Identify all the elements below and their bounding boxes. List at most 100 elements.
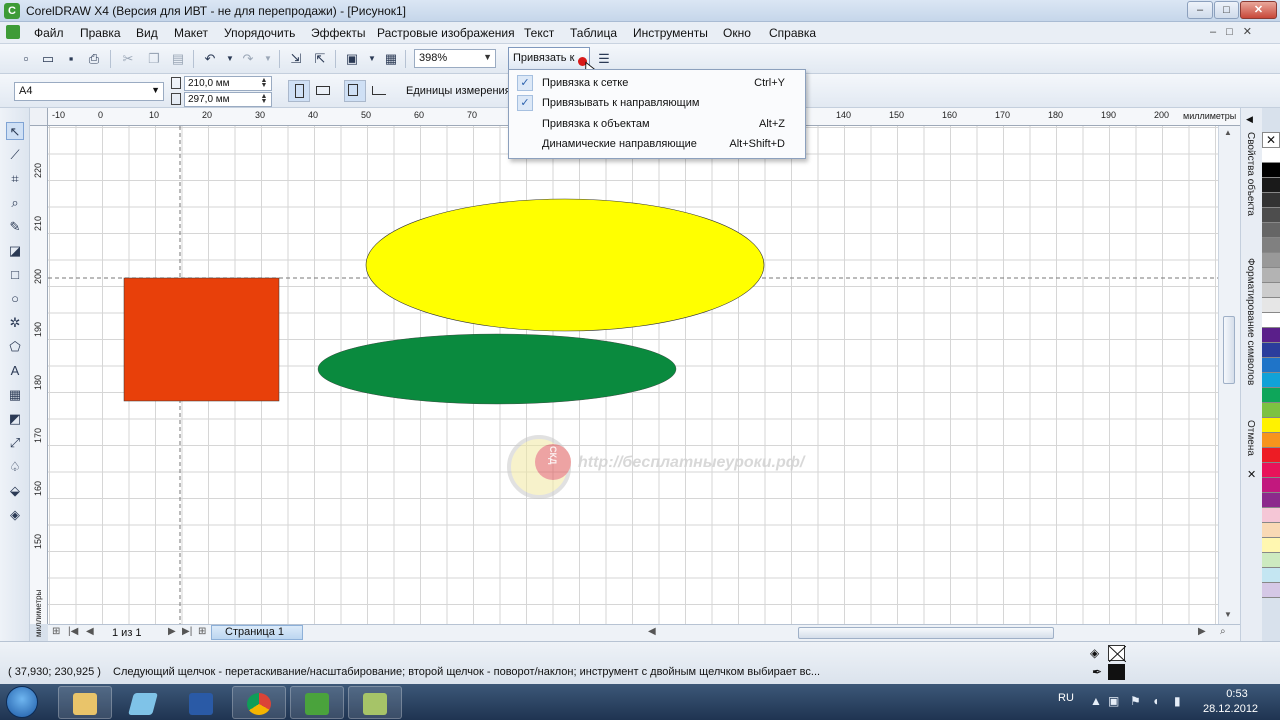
undo-dropdown-icon[interactable]: ▼	[222, 51, 238, 67]
color-swatch[interactable]	[1262, 433, 1280, 448]
volume-icon[interactable]: ◖	[1152, 694, 1159, 708]
menu-view[interactable]: Вид	[136, 26, 158, 40]
clock-date[interactable]: 28.12.2012	[1203, 703, 1258, 715]
vertical-scroll-thumb[interactable]	[1223, 316, 1235, 384]
horizontal-scroll-thumb[interactable]	[798, 627, 1054, 639]
rectangle-tool-icon[interactable]: □	[6, 266, 24, 284]
menu-arrange[interactable]: Упорядочить	[224, 26, 295, 40]
freehand-tool-icon[interactable]: ✎	[6, 218, 24, 236]
menu-window[interactable]: Окно	[723, 26, 751, 40]
app-launcher-dropdown-icon[interactable]: ▼	[364, 51, 380, 67]
start-button[interactable]	[6, 686, 38, 718]
add-page-before-icon[interactable]: ⊞	[52, 626, 60, 637]
docker-scroll-icon[interactable]: ◀	[1246, 114, 1253, 125]
color-swatch[interactable]	[1262, 388, 1280, 403]
menu-text[interactable]: Текст	[524, 26, 554, 40]
color-swatch[interactable]	[1262, 553, 1280, 568]
color-swatch[interactable]	[1262, 478, 1280, 493]
yellow-ellipse[interactable]	[365, 198, 765, 332]
import-icon[interactable]: ⇲	[288, 51, 304, 67]
docker-close-icon[interactable]: ✕	[1247, 468, 1256, 481]
color-swatch[interactable]	[1262, 253, 1280, 268]
clock-time[interactable]: 0:53	[1212, 688, 1262, 700]
table-tool-icon[interactable]: ▦	[6, 386, 24, 404]
color-swatch[interactable]	[1262, 298, 1280, 313]
cut-icon[interactable]: ✂	[120, 51, 136, 67]
tab-page-1[interactable]: Страница 1	[211, 625, 303, 640]
print-icon[interactable]: ⎙	[86, 51, 102, 67]
first-page-icon[interactable]: |◀	[68, 626, 78, 637]
pick-tool-icon[interactable]: ↖	[6, 122, 24, 140]
tray-expand-icon[interactable]: ▲	[1090, 694, 1102, 708]
color-swatch[interactable]	[1262, 538, 1280, 553]
landscape-button[interactable]	[313, 80, 335, 102]
document-window-controls[interactable]: –□✕	[1210, 25, 1262, 38]
snap-to-grid-item[interactable]: ✓ Привязка к сетке Ctrl+Y	[511, 73, 803, 93]
color-swatch[interactable]	[1262, 283, 1280, 298]
color-swatch[interactable]	[1262, 268, 1280, 283]
portrait-button[interactable]	[288, 80, 310, 102]
current-page-button[interactable]	[369, 80, 391, 102]
color-swatch[interactable]	[1262, 238, 1280, 253]
navigator-zoom-icon[interactable]: ⌕	[1220, 626, 1226, 637]
menu-effects[interactable]: Эффекты	[311, 26, 366, 40]
taskbar-chrome[interactable]	[232, 686, 286, 719]
fill-tool-icon[interactable]: ⬙	[6, 482, 24, 500]
keyboard-language[interactable]: RU	[1058, 692, 1074, 704]
crop-tool-icon[interactable]: ⌗	[6, 170, 24, 188]
menu-edit[interactable]: Правка	[80, 26, 121, 40]
scroll-left-icon[interactable]: ◀	[648, 626, 656, 637]
menu-bitmaps[interactable]: Растровые изображения	[377, 26, 515, 40]
ruler-origin[interactable]	[30, 108, 48, 126]
color-swatch[interactable]	[1262, 223, 1280, 238]
action-center-icon[interactable]: ⚑	[1130, 694, 1141, 708]
fill-color-indicator[interactable]	[1108, 645, 1127, 663]
dynamic-guides-item[interactable]: Динамические направляющие Alt+Shift+D	[511, 134, 803, 154]
vertical-ruler[interactable]: 220 210 200 190 180 170 160 150	[30, 126, 48, 624]
menu-table[interactable]: Таблица	[570, 26, 617, 40]
color-swatch[interactable]	[1262, 373, 1280, 388]
paste-icon[interactable]: ▤	[170, 51, 186, 67]
color-swatch[interactable]	[1262, 463, 1280, 478]
interactive-blend-tool-icon[interactable]: ◩	[6, 410, 24, 428]
color-swatch[interactable]	[1262, 568, 1280, 583]
docker-tab-object-properties[interactable]: Свойства объекта	[1245, 132, 1256, 216]
vertical-scrollbar[interactable]: ▲ ▼	[1218, 126, 1240, 624]
smart-fill-tool-icon[interactable]: ◪	[6, 242, 24, 260]
scroll-right-icon[interactable]: ▶	[1198, 626, 1206, 637]
color-swatch[interactable]	[1262, 523, 1280, 538]
color-swatch[interactable]	[1262, 328, 1280, 343]
scroll-up-icon[interactable]: ▲	[1224, 128, 1232, 137]
scroll-down-icon[interactable]: ▼	[1224, 610, 1232, 619]
docker-tab-character-formatting[interactable]: Форматирование символов	[1245, 258, 1256, 385]
undo-icon[interactable]: ↶	[202, 51, 218, 67]
color-swatch[interactable]	[1262, 448, 1280, 463]
menu-file[interactable]: Файл	[34, 26, 64, 40]
last-page-icon[interactable]: ▶|	[182, 626, 192, 637]
color-swatch[interactable]	[1262, 343, 1280, 358]
color-swatch[interactable]	[1262, 418, 1280, 433]
menu-tools[interactable]: Инструменты	[633, 26, 708, 40]
taskbar-explorer[interactable]	[58, 686, 112, 719]
menu-layout[interactable]: Макет	[174, 26, 208, 40]
open-icon[interactable]: ▭	[40, 51, 56, 67]
redo-dropdown-icon[interactable]: ▼	[260, 51, 276, 67]
options-icon[interactable]: ☰	[596, 51, 612, 67]
taskbar-desktop-app[interactable]	[116, 686, 170, 719]
taskbar-corel-capture[interactable]	[348, 686, 402, 719]
height-spinner[interactable]: ▲ ▼	[258, 93, 270, 105]
add-page-after-icon[interactable]: ⊞	[198, 626, 206, 637]
snap-to-button[interactable]: Привязать к	[508, 47, 590, 69]
chevron-down-icon[interactable]: ▼	[151, 85, 160, 95]
outline-tool-icon[interactable]: ♤	[6, 458, 24, 476]
maximize-button[interactable]: □	[1214, 1, 1239, 19]
page-width-field[interactable]: 210,0 мм ▲ ▼	[184, 76, 272, 91]
copy-icon[interactable]: ❐	[146, 51, 162, 67]
color-swatch[interactable]	[1262, 208, 1280, 223]
export-icon[interactable]: ⇱	[312, 51, 328, 67]
basic-shapes-tool-icon[interactable]: ⬠	[6, 338, 24, 356]
color-swatch[interactable]	[1262, 313, 1280, 328]
redo-icon[interactable]: ↷	[240, 51, 256, 67]
chevron-down-icon[interactable]: ▼	[483, 52, 492, 62]
docker-tab-undo[interactable]: Отмена	[1245, 420, 1256, 456]
